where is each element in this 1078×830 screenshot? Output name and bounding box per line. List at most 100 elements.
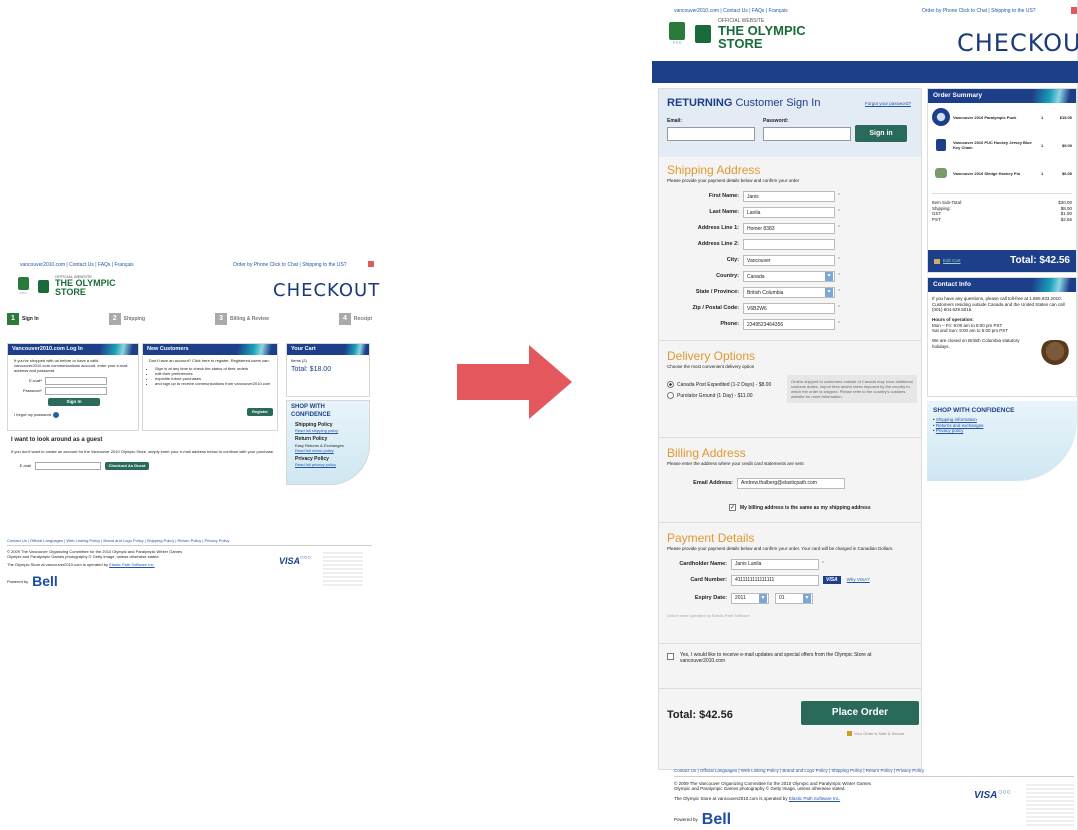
privacy-policy-link[interactable]: Read full privacy policy <box>295 462 336 467</box>
same-address-checkbox[interactable]: ✓ <box>729 504 736 512</box>
city-field[interactable]: Vancouver <box>743 255 835 267</box>
top-links[interactable]: vancouver2010.com | Contact Us | FAQs | … <box>20 262 134 268</box>
contact-line1: If you have any questions, please call t… <box>932 296 1062 302</box>
email-input[interactable] <box>45 376 107 385</box>
top-right-links[interactable]: Order by Phone Click to Chat | Shipping … <box>922 8 1036 14</box>
canada-post-radio[interactable] <box>667 381 674 389</box>
checkout-title: CHECKOUT <box>957 29 1078 57</box>
logo-line3: STORE <box>55 287 86 297</box>
footer-links[interactable]: Contact Us | Official Languages | Web Li… <box>7 538 372 546</box>
delivery-title: Delivery Options <box>667 348 756 363</box>
checkout-title: CHECKOUT <box>273 280 381 301</box>
bell-logo: Bell <box>32 573 58 589</box>
billing-email-field[interactable]: Andrew.thalberg@elasticpath.com <box>737 477 845 489</box>
shipping-intro: Please provide your payment details belo… <box>667 178 800 183</box>
country-select[interactable]: Canada <box>743 271 835 283</box>
privacy-link[interactable]: Privacy policy <box>936 428 964 433</box>
payment-title: Payment Details <box>667 530 755 545</box>
email-label: Email: <box>667 118 683 124</box>
optin-section: Yes, I would like to receive e-mail upda… <box>659 644 921 688</box>
operated-note: Online store operated by Elastic Path So… <box>667 613 750 619</box>
new-customers-box: New Customers Don't have an account? Cli… <box>142 343 278 431</box>
billing-section: Billing Address Please enter the address… <box>659 438 921 522</box>
operator-link[interactable]: Elastic Path Software Inc. <box>789 796 840 801</box>
mascot-image <box>1040 340 1070 368</box>
sign-in-button[interactable]: Sign In <box>48 397 100 406</box>
order-total: Total: $42.56 <box>667 708 733 721</box>
shipping-policy-link[interactable]: Read full shipping policy <box>295 428 338 433</box>
cardholder-field[interactable]: Janis Lanila <box>731 558 819 570</box>
shipping-info-link[interactable]: Shipping information <box>936 417 977 422</box>
olympic-emblem-icon: ○○○ <box>666 18 688 50</box>
step-shipping: 2 Shipping <box>108 313 145 325</box>
optin-label: Yes, I would like to receive e-mail upda… <box>680 651 872 664</box>
privacy-policy-title: Privacy Policy <box>295 455 329 462</box>
footer-links[interactable]: Contact Us | Official Languages | Web Li… <box>674 768 1074 777</box>
powered-by-label: Powered by <box>7 579 29 585</box>
footer-copy2: Olympic and Paralympic Games photography… <box>7 554 160 559</box>
billing-intro: Please enter the address where your cred… <box>667 460 804 466</box>
pin-image <box>935 168 947 179</box>
operator-link[interactable]: Elastic Path Software Inc. <box>109 562 155 567</box>
purolator-radio[interactable] <box>667 392 674 400</box>
last-name-label: Last Name: <box>709 209 739 216</box>
phone-field[interactable]: 2349523464356 <box>743 319 835 331</box>
returns-link[interactable]: Returns and exchanges <box>936 423 984 428</box>
first-name-field[interactable]: Janis <box>743 191 835 203</box>
order-total-section: Total: $42.56 Place Order Your Order is … <box>659 689 921 757</box>
forgot-password-link[interactable]: Forgot your password? <box>865 101 911 107</box>
address-line1-field[interactable]: Homer 8383 <box>743 223 835 235</box>
list-item: Vancouver 2010 Sledge Hockey Pin 1 $6.00 <box>928 159 1076 187</box>
forgot-password-link[interactable]: I forgot my password <box>14 412 51 417</box>
returning-title-rest: Customer Sign In <box>735 97 821 109</box>
puck-image <box>932 108 950 127</box>
last-name-field[interactable]: Lanila <box>743 207 835 219</box>
sign-in-button[interactable]: Sign in <box>855 125 907 142</box>
postal-code-field[interactable]: V6B2W6 <box>743 303 835 315</box>
guest-email-input[interactable] <box>35 461 101 470</box>
password-input[interactable] <box>763 127 851 141</box>
olympic-emblem-icon: ○○○ <box>15 275 31 297</box>
email-input[interactable] <box>667 127 755 141</box>
guest-email-label: E-mail <box>19 463 31 468</box>
checkout-as-guest-button[interactable]: Checkout As Guest <box>105 461 149 470</box>
expiry-label: Expiry Date: <box>694 594 727 601</box>
return-policy-link[interactable]: Read full return policy <box>295 448 334 453</box>
your-cart-box: Your Cart Items (2) Total: $18.00 <box>286 343 370 397</box>
olympic-rings-icon: ○○○ <box>998 789 1011 796</box>
guest-title: I want to look around as a guest <box>11 437 103 443</box>
why-visa-link[interactable]: Why VISA? <box>847 577 870 583</box>
footer: Contact Us | Official Languages | Web Li… <box>674 768 1074 830</box>
before-checkout-page: vancouver2010.com | Contact Us | FAQs | … <box>5 255 379 600</box>
postal-code-label: Zip / Postal Code: <box>692 305 739 312</box>
address-line1-label: Address Line 1: <box>697 225 739 232</box>
card-number-field[interactable]: 4111111111111111 <box>731 574 819 586</box>
optin-checkbox[interactable] <box>667 652 674 660</box>
secure-note: Your Order is Safe & Secure <box>854 730 905 736</box>
password-input[interactable] <box>45 386 107 395</box>
cart-icon <box>934 258 940 264</box>
step-receipt: 4 Receipt <box>338 313 372 325</box>
address-line2-field[interactable] <box>743 239 835 251</box>
paralympic-emblem-icon <box>35 275 51 297</box>
register-button[interactable]: Register <box>247 408 273 416</box>
expiry-year-select[interactable]: 2011 <box>731 592 769 604</box>
province-select[interactable]: British Columbia <box>743 287 835 299</box>
olympic-rings-icon: ○○○ <box>300 555 311 561</box>
expiry-month-select[interactable]: 01 <box>775 592 813 604</box>
header-band <box>652 61 1078 83</box>
billing-email-label: Email Address: <box>693 479 733 486</box>
returning-signin: RETURNING Customer Sign In Forgot your p… <box>659 89 921 157</box>
edit-cart-link[interactable]: Edit Cart <box>943 258 961 264</box>
email-label: E-mail* <box>29 378 42 384</box>
footer-copy2: Olympic and Paralympic Games photography… <box>674 786 846 792</box>
summary-total: Total: $42.56 <box>1010 254 1070 266</box>
help-icon[interactable] <box>53 411 60 418</box>
same-address-label: My billing address is the same as my shi… <box>740 504 871 511</box>
canada-flag-icon <box>368 261 374 267</box>
payment-section: Payment Details Please provide your paym… <box>659 523 921 643</box>
top-right-links[interactable]: Order by Phone Click to Chat | Shipping … <box>233 262 347 268</box>
top-links[interactable]: vancouver2010.com | Contact Us | FAQs | … <box>674 8 788 14</box>
country-label: Country: <box>716 273 739 280</box>
place-order-button[interactable]: Place Order <box>801 700 919 725</box>
